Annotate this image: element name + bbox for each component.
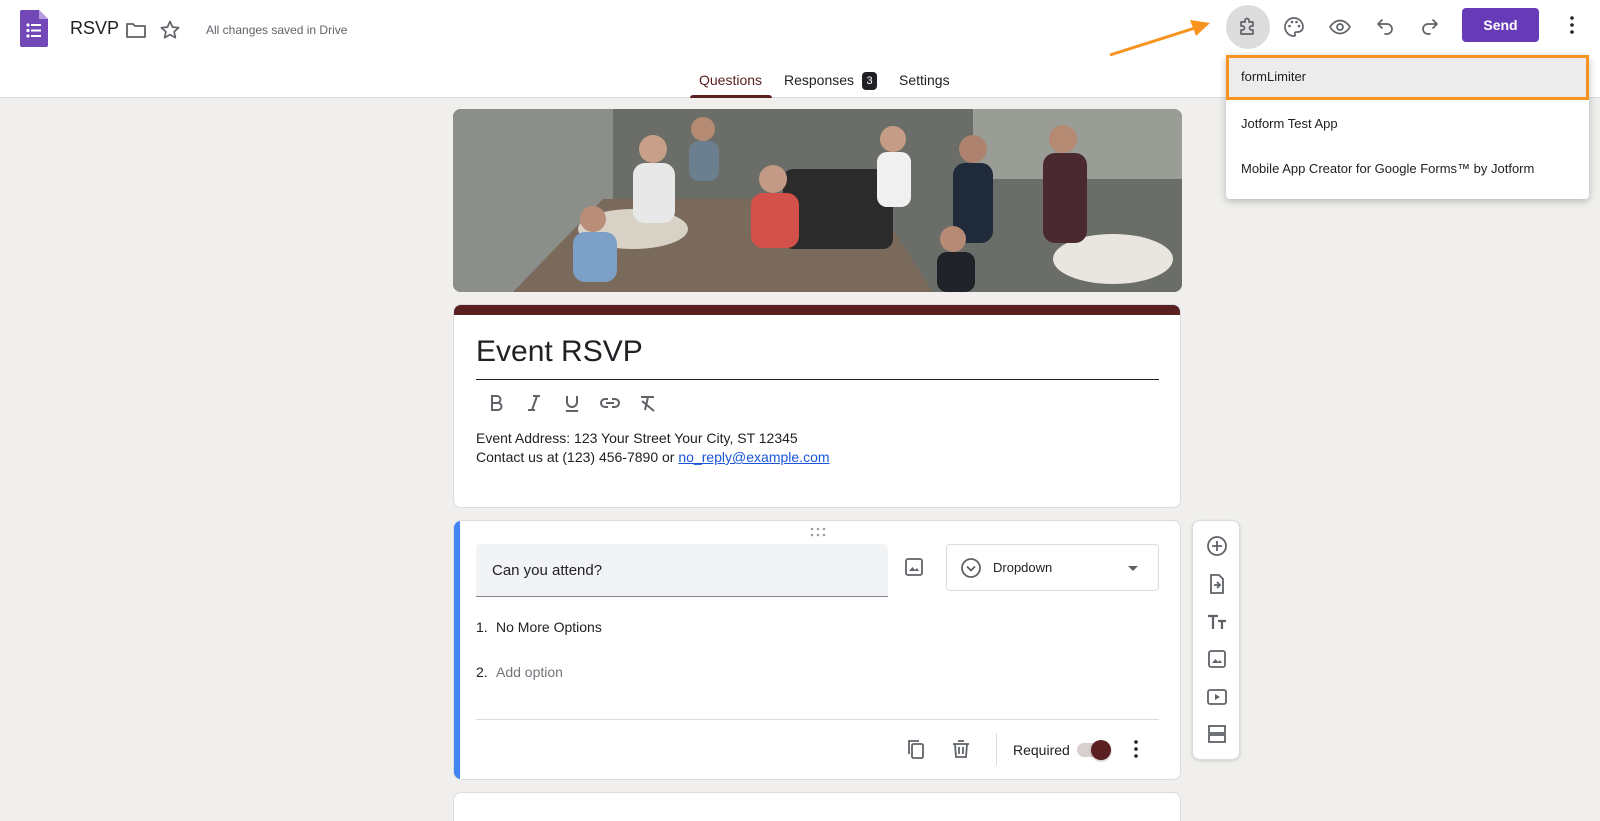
footer-separator <box>996 733 997 765</box>
redo-button[interactable] <box>1408 5 1452 49</box>
title-underline <box>476 379 1159 380</box>
responses-count-badge: 3 <box>862 72 877 90</box>
save-status: All changes saved in Drive <box>206 23 348 37</box>
floating-toolbar <box>1192 520 1240 760</box>
description-contact: Contact us at (123) 456-7890 or no_reply… <box>476 449 830 465</box>
more-vert-icon[interactable] <box>1124 737 1148 761</box>
add-question-icon[interactable] <box>1205 534 1229 558</box>
clear-format-icon[interactable] <box>636 391 660 415</box>
header-banner-image <box>453 109 1182 292</box>
palette-icon <box>1284 17 1304 37</box>
send-button[interactable]: Send <box>1462 8 1539 42</box>
form-title[interactable]: Event RSVP <box>476 335 643 369</box>
tab-responses[interactable]: Responses <box>784 72 854 88</box>
link-icon[interactable] <box>598 391 622 415</box>
undo-icon <box>1377 19 1393 35</box>
add-image-icon[interactable] <box>902 555 926 579</box>
customize-theme-button[interactable] <box>1272 5 1316 49</box>
required-label: Required <box>1013 742 1070 758</box>
import-questions-icon[interactable] <box>1205 572 1229 596</box>
active-tab-indicator <box>690 95 772 98</box>
format-toolbar <box>484 391 660 415</box>
italic-icon[interactable] <box>522 391 546 415</box>
undo-button[interactable] <box>1363 5 1407 49</box>
footer-divider <box>476 719 1159 720</box>
tab-questions[interactable]: Questions <box>699 72 762 88</box>
question-title-input[interactable]: Can you attend? <box>476 544 888 597</box>
dropdown-type-icon <box>961 558 981 578</box>
add-option-item[interactable]: 2. Add option <box>476 664 563 680</box>
form-title-card: Event RSVP Event Address: 123 Your Stree… <box>453 304 1181 508</box>
google-forms-logo-icon[interactable] <box>20 10 48 47</box>
add-title-icon[interactable] <box>1205 610 1229 634</box>
bold-icon[interactable] <box>484 391 508 415</box>
menu-item-jotform-test-app[interactable]: Jotform Test App <box>1226 102 1589 147</box>
folder-icon[interactable] <box>124 18 148 42</box>
puzzle-icon <box>1240 17 1254 35</box>
redo-icon <box>1422 19 1438 35</box>
delete-icon[interactable] <box>949 737 973 761</box>
question-type-label: Dropdown <box>993 560 1053 575</box>
form-description[interactable]: Event Address: 123 Your Street Your City… <box>476 429 830 467</box>
underline-icon[interactable] <box>560 391 584 415</box>
toggle-knob <box>1091 740 1111 760</box>
add-image-icon[interactable] <box>1205 647 1229 671</box>
required-toggle[interactable] <box>1077 740 1111 760</box>
addons-button[interactable] <box>1226 5 1270 49</box>
theme-color-bar <box>454 305 1180 315</box>
eye-icon <box>1329 19 1351 35</box>
description-address: Event Address: 123 Your Street Your City… <box>476 430 798 446</box>
option-item[interactable]: 1. No More Options <box>476 619 602 635</box>
more-vert-icon[interactable] <box>1560 13 1584 37</box>
preview-button[interactable] <box>1318 5 1362 49</box>
add-section-icon[interactable] <box>1205 722 1229 746</box>
addons-menu: formLimiter Jotform Test App Mobile App … <box>1226 55 1589 199</box>
menu-item-mobile-app-creator[interactable]: Mobile App Creator for Google Forms™ by … <box>1226 147 1589 192</box>
chevron-down-icon <box>1128 566 1138 571</box>
question-card[interactable]: Can you attend? Dropdown 1. No More Optio… <box>453 520 1181 780</box>
document-title[interactable]: RSVP <box>70 18 119 39</box>
menu-item-formlimiter[interactable]: formLimiter <box>1226 55 1589 100</box>
email-link[interactable]: no_reply@example.com <box>678 449 829 465</box>
drag-handle-icon[interactable] <box>808 527 828 537</box>
star-icon[interactable] <box>158 18 182 42</box>
next-question-card[interactable] <box>453 792 1181 821</box>
add-video-icon[interactable] <box>1205 685 1229 709</box>
duplicate-icon[interactable] <box>904 737 928 761</box>
active-question-indicator <box>454 521 460 779</box>
tab-settings[interactable]: Settings <box>899 72 950 88</box>
question-type-select[interactable]: Dropdown <box>946 544 1159 591</box>
